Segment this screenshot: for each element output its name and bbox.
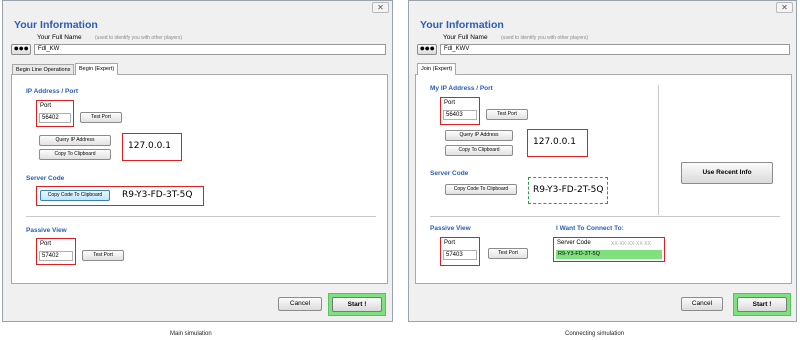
cancel-button[interactable]: Cancel bbox=[681, 297, 723, 311]
ip-address-value: 127.0.0.1 bbox=[533, 137, 576, 147]
passive-view-title: Passive View bbox=[26, 227, 67, 234]
passive-test-port-button[interactable]: Test Port bbox=[488, 248, 528, 259]
passive-port-input[interactable]: 57403 bbox=[443, 250, 477, 260]
port-label: Port bbox=[444, 100, 456, 106]
full-name-label: Your Full Name bbox=[37, 34, 82, 41]
connect-to-title: I Want To Connect To: bbox=[556, 225, 624, 232]
copy-code-button[interactable]: Copy Code To Clipboard bbox=[40, 190, 110, 201]
vertical-divider bbox=[658, 85, 659, 215]
tab-join-expert[interactable]: Join (Expert) bbox=[417, 63, 457, 75]
tab-panel: IP Address / Port Port 56402 Test Port Q… bbox=[11, 74, 388, 284]
copy-code-button[interactable]: Copy Code To Clipboard bbox=[445, 184, 517, 195]
start-button[interactable]: Start ! bbox=[737, 297, 787, 312]
use-recent-info-button[interactable]: Use Recent Info bbox=[681, 162, 773, 184]
more-options-button[interactable]: ●●● bbox=[11, 44, 31, 55]
full-name-hint: (used to identify you with other players… bbox=[501, 35, 588, 41]
caption-main: Main simulation bbox=[170, 331, 212, 337]
query-ip-button[interactable]: Query IP Address bbox=[39, 135, 111, 146]
ip-section-title: My IP Address / Port bbox=[430, 85, 493, 92]
connect-code-input[interactable]: R9-Y3-FD-3T-5Q bbox=[556, 250, 662, 259]
section-divider bbox=[26, 216, 376, 217]
window-title: Your Information bbox=[420, 19, 504, 31]
more-options-button[interactable]: ●●● bbox=[417, 44, 437, 55]
full-name-input[interactable]: Fdl_KW bbox=[34, 44, 386, 55]
server-code-title: Server Code bbox=[430, 170, 469, 177]
ip-address-value: 127.0.0.1 bbox=[128, 141, 171, 151]
full-name-input[interactable]: Fdl_KWV bbox=[440, 44, 790, 55]
caption-connecting: Connecting simulation bbox=[565, 331, 625, 337]
main-simulation-window: ✕ Your Information Your Full Name (used … bbox=[2, 0, 393, 322]
connecting-simulation-window: ✕ Your Information Your Full Name (used … bbox=[408, 0, 797, 322]
test-port-button[interactable]: Test Port bbox=[80, 112, 122, 123]
passive-port-input[interactable]: 57402 bbox=[39, 251, 73, 261]
ip-section-title: IP Address / Port bbox=[26, 88, 79, 95]
connect-code-label: Server Code bbox=[557, 240, 591, 246]
server-code-value: R9-Y3-FD-2T-5Q bbox=[533, 185, 604, 195]
connect-code-placeholder: XX-XX-XX-XX-XX bbox=[611, 241, 652, 247]
cancel-button[interactable]: Cancel bbox=[278, 297, 322, 311]
port-input[interactable]: 56403 bbox=[443, 110, 477, 120]
start-highlight: Start ! bbox=[328, 293, 386, 316]
port-label: Port bbox=[40, 103, 52, 109]
query-ip-button[interactable]: Query IP Address bbox=[445, 130, 513, 141]
start-highlight: Start ! bbox=[733, 293, 791, 316]
copy-to-clipboard-button[interactable]: Copy To Clipboard bbox=[445, 145, 513, 156]
start-button[interactable]: Start ! bbox=[332, 297, 382, 312]
copy-to-clipboard-button[interactable]: Copy To Clipboard bbox=[39, 149, 111, 160]
close-icon[interactable]: ✕ bbox=[372, 2, 389, 13]
window-title: Your Information bbox=[14, 19, 98, 31]
passive-view-title: Passive View bbox=[430, 225, 471, 232]
tab-begin-expert[interactable]: Begin (Expert) bbox=[75, 63, 119, 75]
full-name-label: Your Full Name bbox=[443, 34, 488, 41]
full-name-hint: (used to identify you with other players… bbox=[95, 35, 182, 41]
test-port-button[interactable]: Test Port bbox=[486, 109, 528, 120]
passive-port-label: Port bbox=[40, 241, 52, 247]
section-divider bbox=[430, 216, 780, 217]
server-code-value: R9-Y3-FD-3T-5Q bbox=[122, 190, 193, 200]
passive-port-label: Port bbox=[444, 240, 456, 246]
port-input[interactable]: 56402 bbox=[39, 113, 71, 123]
passive-test-port-button[interactable]: Test Port bbox=[82, 250, 124, 261]
close-icon[interactable]: ✕ bbox=[776, 2, 793, 13]
server-code-title: Server Code bbox=[26, 175, 65, 182]
tab-panel: My IP Address / Port Port 56403 Test Por… bbox=[415, 74, 792, 284]
